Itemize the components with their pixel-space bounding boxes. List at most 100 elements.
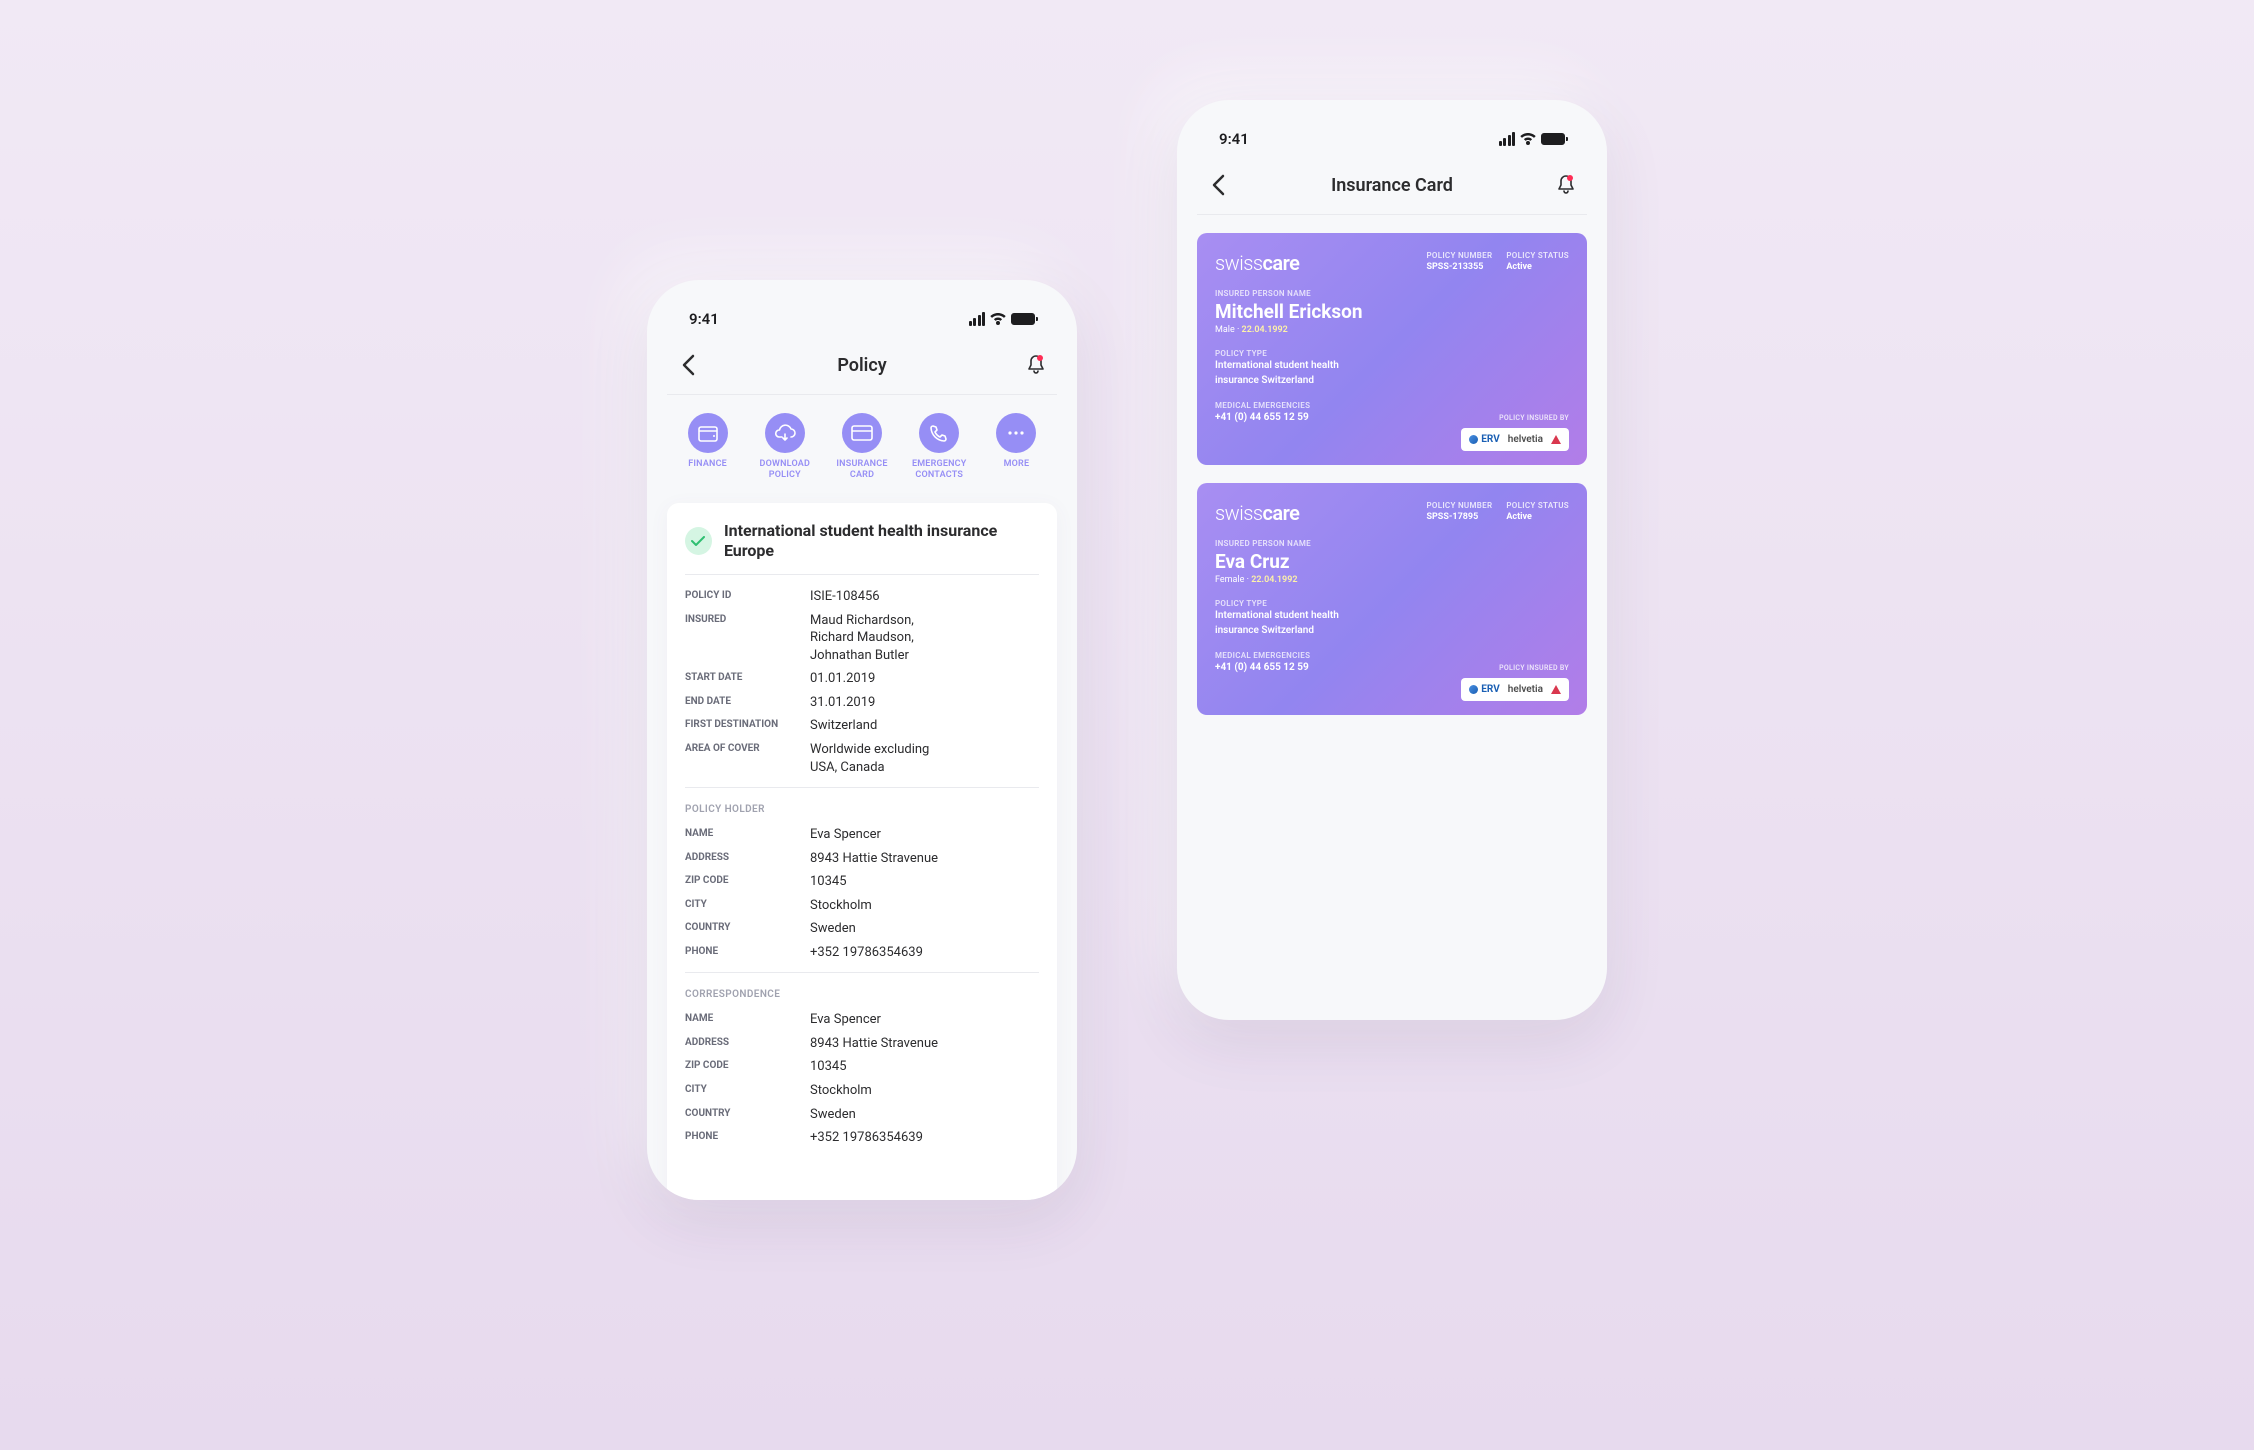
insured-name-label: INSURED PERSON NAME <box>1215 539 1569 548</box>
dob-value: 22.04.1992 <box>1242 325 1288 335</box>
holder-country-value: Sweden <box>810 920 1039 938</box>
field-label: AREA OF COVER <box>685 741 810 776</box>
end-date-value: 31.01.2019 <box>810 694 1039 712</box>
policy-number-label: POLICY NUMBER <box>1426 251 1492 260</box>
field-label: PHONE <box>685 944 810 962</box>
policy-type-line: International student health <box>1215 610 1569 623</box>
policy-number-value: SPSS-17895 <box>1426 512 1492 522</box>
correspondence-section: CORRESPONDENCE NAMEEva Spencer ADDRESS89… <box>685 972 1039 1157</box>
back-button[interactable] <box>1203 170 1233 200</box>
policy-number-label: POLICY NUMBER <box>1426 501 1492 510</box>
corr-phone-value: +352 19786354639 <box>810 1129 1039 1147</box>
emergency-label: MEDICAL EMERGENCIES <box>1215 651 1569 660</box>
insured-name-label: INSURED PERSON NAME <box>1215 289 1569 298</box>
phone-insurance-card: 9:41 Insurance Card swisscare POLICY NUM… <box>1177 100 1607 1020</box>
corr-address-value: 8943 Hattie Stravenue <box>810 1035 1039 1053</box>
field-label: START DATE <box>685 670 810 688</box>
bell-icon <box>1556 174 1576 196</box>
field-label: COUNTRY <box>685 920 810 938</box>
erv-logo: ERV <box>1469 684 1499 695</box>
action-row: FINANCE DOWNLOAD POLICY INSURANCE CARD E… <box>667 395 1057 489</box>
action-finance[interactable]: FINANCE <box>671 413 744 481</box>
battery-icon <box>1011 313 1035 325</box>
policy-status-label: POLICY STATUS <box>1506 501 1569 510</box>
dob-value: 22.04.1992 <box>1251 575 1297 585</box>
action-emergency-contacts[interactable]: EMERGENCY CONTACTS <box>903 413 976 481</box>
action-insurance-card[interactable]: INSURANCE CARD <box>825 413 898 481</box>
back-button[interactable] <box>673 350 703 380</box>
field-label: PHONE <box>685 1129 810 1147</box>
section-title: POLICY HOLDER <box>685 798 1039 823</box>
field-label: ZIP CODE <box>685 1058 810 1076</box>
page-title: Policy <box>837 355 886 376</box>
insurance-card[interactable]: swisscare POLICY NUMBERSPSS-213355 POLIC… <box>1197 233 1587 465</box>
corr-name-value: Eva Spencer <box>810 1011 1039 1029</box>
card-icon <box>851 425 873 441</box>
status-time: 9:41 <box>1219 130 1249 148</box>
wallet-icon <box>698 424 718 442</box>
insured-by-label: POLICY INSURED BY <box>1461 414 1569 422</box>
status-right <box>1499 132 1566 146</box>
field-label: CITY <box>685 897 810 915</box>
insured-by-label: POLICY INSURED BY <box>1461 664 1569 672</box>
status-time: 9:41 <box>689 310 719 328</box>
field-label: NAME <box>685 826 810 844</box>
first-destination-value: Switzerland <box>810 717 1039 735</box>
action-label: FINANCE <box>688 459 727 470</box>
policy-type-line: insurance Switzerland <box>1215 625 1569 638</box>
phone-policy: 9:41 Policy FINANCE DOWNLOAD POLICY INSU… <box>647 280 1077 1200</box>
notifications-button[interactable] <box>1021 350 1051 380</box>
area-line: USA, Canada <box>810 759 1039 777</box>
field-label: ADDRESS <box>685 850 810 868</box>
notifications-button[interactable] <box>1551 170 1581 200</box>
cloud-download-icon <box>774 424 796 442</box>
insured-name-value: Eva Cruz <box>1215 550 1569 573</box>
swisscare-logo: swisscare <box>1215 501 1299 525</box>
field-label: COUNTRY <box>685 1106 810 1124</box>
battery-icon <box>1541 133 1565 145</box>
action-label: DOWNLOAD POLICY <box>748 459 821 481</box>
nav-header: Insurance Card <box>1197 158 1587 215</box>
field-label: ZIP CODE <box>685 873 810 891</box>
field-label: NAME <box>685 1011 810 1029</box>
insured-name-value: Mitchell Erickson <box>1215 300 1569 323</box>
erv-logo: ERV <box>1469 434 1499 445</box>
policy-status-label: POLICY STATUS <box>1506 251 1569 260</box>
status-bar: 9:41 <box>667 310 1057 338</box>
insured-line: Richard Maudson, <box>810 629 1039 647</box>
field-label: CITY <box>685 1082 810 1100</box>
start-date-value: 01.01.2019 <box>810 670 1039 688</box>
triangle-icon <box>1551 685 1561 694</box>
insured-line: Johnathan Butler <box>810 647 1039 665</box>
policy-type-line: insurance Switzerland <box>1215 375 1569 388</box>
policy-id-value: ISIE-108456 <box>810 588 1039 606</box>
gender-value: Female <box>1215 575 1244 585</box>
more-icon <box>1007 430 1025 436</box>
action-more[interactable]: MORE <box>980 413 1053 481</box>
policy-type-label: POLICY TYPE <box>1215 599 1569 608</box>
insured-line: Maud Richardson, <box>810 612 1039 630</box>
insurance-card[interactable]: swisscare POLICY NUMBER SPSS-17895 POLICY… <box>1197 483 1587 715</box>
section-title: CORRESPONDENCE <box>685 983 1039 1008</box>
signal-icon <box>969 312 986 326</box>
triangle-icon <box>1551 435 1561 444</box>
check-icon <box>685 527 712 555</box>
field-label: POLICY ID <box>685 588 810 606</box>
corr-city-value: Stockholm <box>810 1082 1039 1100</box>
action-label: EMERGENCY CONTACTS <box>903 459 976 481</box>
emergency-label: MEDICAL EMERGENCIES <box>1215 401 1569 410</box>
field-label: ADDRESS <box>685 1035 810 1053</box>
policy-type-line: International student health <box>1215 360 1569 373</box>
erv-label: ERV <box>1481 434 1499 445</box>
area-value: Worldwide excludingUSA, Canada <box>810 741 1039 776</box>
insurer-logos: ERV helvetia <box>1461 678 1569 701</box>
page-title: Insurance Card <box>1331 175 1453 196</box>
policy-status-value: Active <box>1506 262 1569 272</box>
status-bar: 9:41 <box>1197 130 1587 158</box>
erv-label: ERV <box>1481 684 1499 695</box>
insurance-cards-list[interactable]: swisscare POLICY NUMBERSPSS-213355 POLIC… <box>1197 215 1587 715</box>
insurer-logos: ERV helvetia <box>1461 428 1569 451</box>
phone-icon <box>930 424 948 442</box>
status-right <box>969 312 1036 326</box>
action-download-policy[interactable]: DOWNLOAD POLICY <box>748 413 821 481</box>
